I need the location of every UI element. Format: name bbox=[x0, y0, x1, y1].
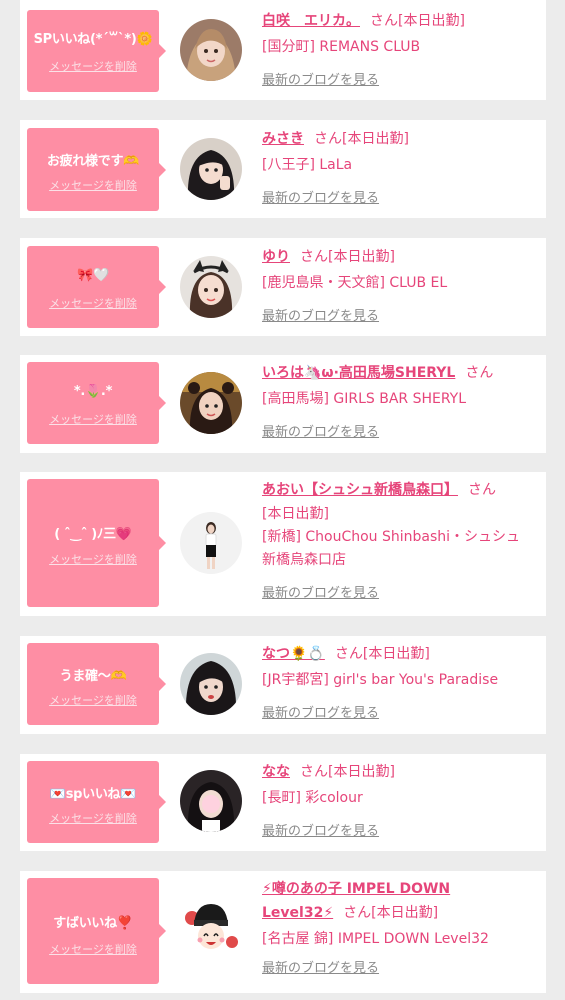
blog-link[interactable]: 最新のブログを見る bbox=[262, 69, 379, 88]
today-badge: [本日出勤] bbox=[328, 249, 395, 265]
girl-name-link[interactable]: みさき bbox=[262, 131, 304, 147]
shop-name: [鹿児島県・天文館] CLUB EL bbox=[262, 275, 448, 291]
list-item: 🎀🤍 メッセージを削除 ゆり さん[本日出勤] [鹿児島県・天文館] CLUB E… bbox=[20, 238, 546, 336]
message-bubble: *.🌷.* メッセージを削除 bbox=[27, 362, 166, 444]
shop-name-cont: 新橋烏森口店 bbox=[262, 552, 346, 568]
today-badge: [本日出勤] bbox=[328, 764, 395, 780]
honorific: さん bbox=[300, 249, 328, 265]
honorific: さん bbox=[314, 131, 342, 147]
girl-name-link[interactable]: 白咲 エリカ。 bbox=[262, 13, 360, 29]
shop-name: [長町] 彩colour bbox=[262, 790, 363, 806]
message-bubble: SPいいね(*´꒳`*)🌼 メッセージを削除 bbox=[27, 10, 166, 92]
message-text: すばいいね❣️ bbox=[53, 916, 133, 931]
blog-link[interactable]: 最新のブログを見る bbox=[262, 582, 379, 601]
blog-link[interactable]: 最新のブログを見る bbox=[262, 957, 379, 976]
delete-message-link[interactable]: メッセージを削除 bbox=[27, 692, 159, 708]
card-info: みさき さん[本日出勤] [八王子] LaLa 最新のブログを見る bbox=[262, 128, 538, 206]
honorific: さん bbox=[468, 482, 496, 498]
delete-message-link[interactable]: メッセージを削除 bbox=[27, 941, 159, 957]
today-badge: [本日出勤] bbox=[342, 131, 409, 147]
message-text: *.🌷.* bbox=[73, 384, 113, 399]
message-bubble: 🎀🤍 メッセージを削除 bbox=[27, 246, 166, 328]
honorific: さん bbox=[300, 764, 328, 780]
message-text: 💌spいいね💌 bbox=[49, 787, 137, 802]
message-bubble: うま確〜🫶 メッセージを削除 bbox=[27, 643, 166, 725]
girl-name-link[interactable]: なつ🌻💍 bbox=[262, 646, 325, 662]
list-item: お疲れ様です🫶 メッセージを削除 みさき さん[本日出勤] [八王子] LaLa … bbox=[20, 120, 546, 218]
girl-name-link[interactable]: いろは🦄ω·高田馬場SHERYL bbox=[262, 365, 455, 381]
honorific: さん bbox=[370, 13, 398, 29]
avatar-image bbox=[180, 898, 242, 960]
girl-name-link[interactable]: なな bbox=[262, 764, 290, 780]
message-text: 🎀🤍 bbox=[77, 268, 109, 283]
blog-link[interactable]: 最新のブログを見る bbox=[262, 702, 379, 721]
today-badge: [本日出勤] bbox=[398, 13, 465, 29]
blog-link[interactable]: 最新のブログを見る bbox=[262, 187, 379, 206]
blog-link[interactable]: 最新のブログを見る bbox=[262, 421, 379, 440]
avatar[interactable] bbox=[180, 138, 242, 200]
avatar-image bbox=[180, 19, 242, 81]
card-info: なつ🌻💍 さん[本日出勤] [JR宇都宮] girl's bar You's Pa… bbox=[262, 643, 538, 721]
avatar-image bbox=[180, 256, 242, 318]
avatar-image bbox=[180, 770, 242, 832]
shop-name: [名古屋 錦] IMPEL DOWN Level32 bbox=[262, 931, 489, 947]
avatar[interactable] bbox=[180, 19, 242, 81]
delete-message-link[interactable]: メッセージを削除 bbox=[27, 58, 159, 74]
message-text: うま確〜🫶 bbox=[59, 669, 127, 684]
favorites-list: SPいいね(*´꒳`*)🌼 メッセージを削除 白咲 エリカ。 さん[本日出勤] [… bbox=[0, 0, 565, 1000]
girl-name-link[interactable]: あおい【シュシュ新橋鳥森口】 bbox=[262, 482, 458, 498]
message-bubble: ( ˆ‿ˆ )ﾉ三💗 メッセージを削除 bbox=[27, 479, 166, 607]
girl-name-link[interactable]: ⚡噂のあの子 IMPEL DOWN bbox=[262, 881, 450, 897]
delete-message-link[interactable]: メッセージを削除 bbox=[27, 177, 159, 193]
today-badge: [本日出勤] bbox=[362, 646, 430, 662]
card-info: なな さん[本日出勤] [長町] 彩colour 最新のブログを見る bbox=[262, 761, 538, 839]
honorific: さん bbox=[465, 365, 494, 381]
shop-name: [JR宇都宮] girl's bar You's Paradise bbox=[262, 672, 499, 688]
girl-name-link[interactable]: ゆり bbox=[262, 249, 290, 265]
list-item: 💌spいいね💌 メッセージを削除 なな さん[本日出勤] [長町] 彩colour… bbox=[20, 754, 546, 851]
list-item: すばいいね❣️ メッセージを削除 ⚡噂のあの子 IMPEL DOWN Level… bbox=[20, 871, 546, 993]
delete-message-link[interactable]: メッセージを削除 bbox=[27, 295, 159, 311]
message-text: SPいいね(*´꒳`*)🌼 bbox=[33, 32, 153, 47]
list-item: SPいいね(*´꒳`*)🌼 メッセージを削除 白咲 エリカ。 さん[本日出勤] [… bbox=[20, 0, 546, 100]
today-badge: [本日出勤] bbox=[371, 905, 439, 921]
honorific: さん bbox=[343, 905, 372, 921]
delete-message-link[interactable]: メッセージを削除 bbox=[27, 411, 159, 427]
avatar[interactable] bbox=[180, 256, 242, 318]
card-info: ゆり さん[本日出勤] [鹿児島県・天文館] CLUB EL 最新のブログを見る bbox=[262, 246, 538, 324]
girl-name-link-cont[interactable]: Level32⚡ bbox=[262, 905, 333, 921]
avatar-image bbox=[180, 372, 242, 434]
card-info: 白咲 エリカ。 さん[本日出勤] [国分町] REMANS CLUB 最新のブログ… bbox=[262, 10, 538, 88]
delete-message-link[interactable]: メッセージを削除 bbox=[27, 551, 159, 567]
card-info: いろは🦄ω·高田馬場SHERYL さん [高田馬場] GIRLS BAR SHER… bbox=[262, 362, 538, 440]
avatar[interactable] bbox=[180, 372, 242, 434]
message-bubble: 💌spいいね💌 メッセージを削除 bbox=[27, 761, 166, 843]
list-item: ( ˆ‿ˆ )ﾉ三💗 メッセージを削除 あおい【シュシュ新橋鳥森口】 さん [本日… bbox=[20, 472, 546, 616]
message-bubble: すばいいね❣️ メッセージを削除 bbox=[27, 878, 166, 984]
avatar-image bbox=[180, 512, 242, 574]
delete-message-link[interactable]: メッセージを削除 bbox=[27, 810, 159, 826]
avatar[interactable] bbox=[180, 770, 242, 832]
card-info: ⚡噂のあの子 IMPEL DOWN Level32⚡ さん[本日出勤] [名古屋 … bbox=[262, 878, 538, 976]
avatar[interactable] bbox=[180, 653, 242, 715]
shop-name: [国分町] REMANS CLUB bbox=[262, 39, 421, 55]
avatar-image bbox=[180, 138, 242, 200]
honorific: さん bbox=[334, 646, 363, 662]
message-text: ( ˆ‿ˆ )ﾉ三💗 bbox=[54, 527, 132, 542]
blog-link[interactable]: 最新のブログを見る bbox=[262, 305, 379, 324]
list-item: うま確〜🫶 メッセージを削除 なつ🌻💍 さん[本日出勤] [JR宇都宮] girl… bbox=[20, 636, 546, 734]
avatar[interactable] bbox=[180, 898, 242, 960]
avatar[interactable] bbox=[180, 512, 242, 574]
shop-name: [高田馬場] GIRLS BAR SHERYL bbox=[262, 391, 467, 407]
message-text: お疲れ様です🫶 bbox=[46, 154, 140, 169]
shop-name: [八王子] LaLa bbox=[262, 157, 353, 173]
blog-link[interactable]: 最新のブログを見る bbox=[262, 820, 379, 839]
card-info: あおい【シュシュ新橋鳥森口】 さん [本日出勤] [新橋] ChouChou Sh… bbox=[262, 479, 538, 601]
list-item: *.🌷.* メッセージを削除 いろは🦄ω·高田馬場SHERYL さん [高田馬場]… bbox=[20, 355, 546, 453]
message-bubble: お疲れ様です🫶 メッセージを削除 bbox=[27, 128, 166, 211]
avatar-image bbox=[180, 653, 242, 715]
today-badge: [本日出勤] bbox=[262, 506, 329, 522]
shop-name: [新橋] ChouChou Shinbashi・シュシュ bbox=[262, 529, 521, 545]
